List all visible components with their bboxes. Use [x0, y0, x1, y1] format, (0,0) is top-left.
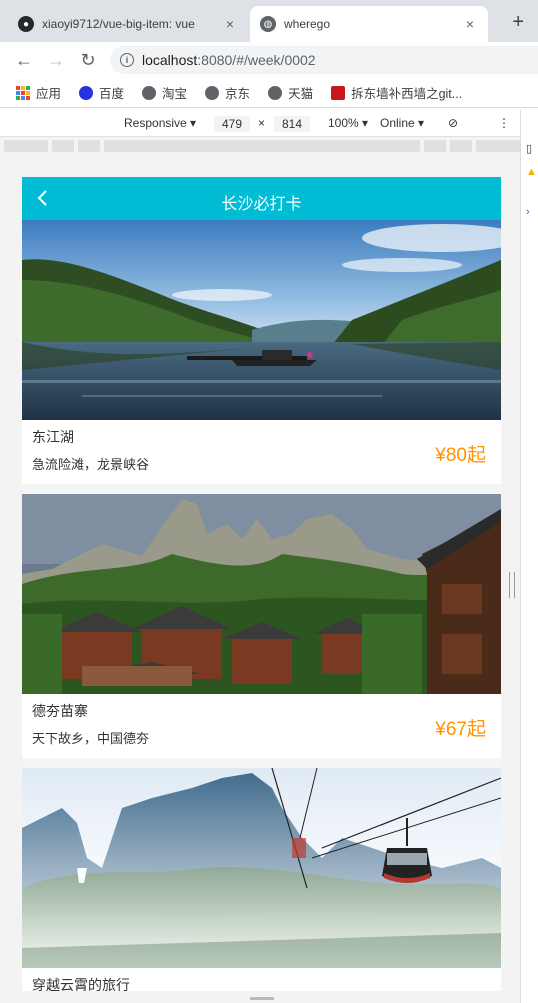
bookmark-csdn[interactable]: 拆东墙补西墙之git...: [331, 83, 462, 102]
panel-icon[interactable]: ▯: [526, 142, 532, 155]
media-query-ruler: [0, 137, 520, 155]
tab-title: xiaoyi9712/vue-big-item: vue: [42, 17, 195, 31]
page-title: 长沙必打卡: [221, 196, 302, 213]
zoom-label: 100%: [328, 116, 359, 130]
bookmark-baidu[interactable]: 百度: [79, 83, 124, 102]
bottom-resize-handle[interactable]: [250, 997, 274, 1000]
resize-handle[interactable]: [509, 572, 515, 598]
url-path: :8080/#/week/0002: [197, 52, 316, 68]
device-screen: 长沙必打卡 东江湖 急流险滩，龙景峡谷 ¥80起 德夯苗寨 天下故乡，中国德夯 …: [22, 177, 501, 991]
url-host: localhost: [142, 52, 198, 68]
chevron-right-icon[interactable]: ›: [526, 206, 530, 218]
bookmarks-bar: 应用 百度 淘宝 京东 天猫 拆东墙补西墙之git...: [0, 78, 538, 108]
item-name: 德夯苗寨: [32, 703, 88, 719]
page-header: 长沙必打卡: [22, 177, 501, 220]
cable-car-photo: [22, 768, 501, 968]
address-bar[interactable]: i localhost:8080/#/week/0002: [110, 46, 538, 74]
info-icon[interactable]: i: [120, 53, 134, 67]
bookmark-jd[interactable]: 京东: [205, 83, 250, 102]
attraction-list: 东江湖 急流险滩，龙景峡谷 ¥80起 德夯苗寨 天下故乡，中国德夯 ¥67起 穿…: [22, 220, 501, 991]
navigation-bar: ← → ↻ i localhost:8080/#/week/0002: [0, 42, 538, 78]
zoom-select[interactable]: 100% ▾: [328, 116, 368, 130]
list-item[interactable]: 德夯苗寨 天下故乡，中国德夯 ¥67起: [22, 494, 501, 758]
device-label: Responsive: [124, 116, 187, 130]
item-price: ¥80起: [435, 445, 486, 466]
item-price: ¥67起: [435, 719, 486, 740]
network-select[interactable]: Online ▾: [380, 116, 424, 130]
tab-strip: ● xiaoyi9712/vue-big-item: vue × ◍ where…: [0, 0, 538, 42]
item-name: 穿越云霄的旅行: [32, 977, 130, 991]
bookmark-tmall[interactable]: 天猫: [268, 83, 313, 102]
github-icon: ●: [18, 16, 34, 32]
times-sign: ×: [258, 116, 266, 130]
warning-icon[interactable]: ▲: [526, 166, 537, 178]
network-label: Online: [380, 116, 415, 130]
bookmark-label: 应用: [36, 87, 62, 101]
globe-icon: [205, 85, 220, 100]
close-tab-icon[interactable]: ×: [222, 16, 238, 32]
back-arrow-icon[interactable]: ←: [8, 50, 40, 71]
device-select[interactable]: Responsive ▾: [124, 116, 196, 130]
bookmark-label: 淘宝: [162, 87, 188, 101]
bookmark-apps[interactable]: 应用: [16, 83, 61, 102]
device-toolbar: Responsive ▾ 479 × 814 100% ▾ Online ▾ ⊘…: [0, 110, 520, 137]
rotate-icon[interactable]: ⊘: [448, 116, 458, 130]
apps-grid-icon: [16, 85, 30, 100]
item-description: 急流险滩，龙景峡谷: [32, 457, 150, 472]
close-tab-icon[interactable]: ×: [462, 16, 478, 32]
devtools-side-panel: ▯ ▲ ›: [520, 110, 538, 1003]
tab-title: wherego: [284, 17, 331, 31]
bookmark-label: 京东: [225, 87, 251, 101]
tab-wherego[interactable]: ◍ wherego ×: [250, 6, 488, 42]
new-tab-button[interactable]: +: [512, 11, 524, 34]
lake-photo: [22, 220, 501, 420]
bookmark-label: 百度: [99, 87, 125, 101]
height-input[interactable]: 814: [274, 116, 311, 132]
forward-arrow-icon[interactable]: →: [40, 50, 72, 71]
more-options-icon[interactable]: ⋮: [498, 116, 510, 130]
reload-icon[interactable]: ↻: [72, 50, 104, 71]
village-photo: [22, 494, 501, 694]
list-item[interactable]: 东江湖 急流险滩，龙景峡谷 ¥80起: [22, 220, 501, 484]
bookmark-taobao[interactable]: 淘宝: [142, 83, 187, 102]
item-description: 天下故乡，中国德夯: [32, 731, 150, 746]
tab-github[interactable]: ● xiaoyi9712/vue-big-item: vue ×: [8, 6, 248, 42]
baidu-paw-icon: [79, 85, 94, 100]
globe-icon: [268, 85, 283, 100]
item-name: 东江湖: [32, 429, 74, 445]
list-item[interactable]: 穿越云霄的旅行: [22, 768, 501, 991]
bookmark-label: 天猫: [288, 87, 314, 101]
globe-icon: ◍: [260, 16, 276, 32]
globe-icon: [142, 85, 157, 100]
width-input[interactable]: 479: [214, 116, 251, 132]
bookmark-label: 拆东墙补西墙之git...: [351, 87, 463, 101]
csdn-icon: [331, 85, 346, 100]
